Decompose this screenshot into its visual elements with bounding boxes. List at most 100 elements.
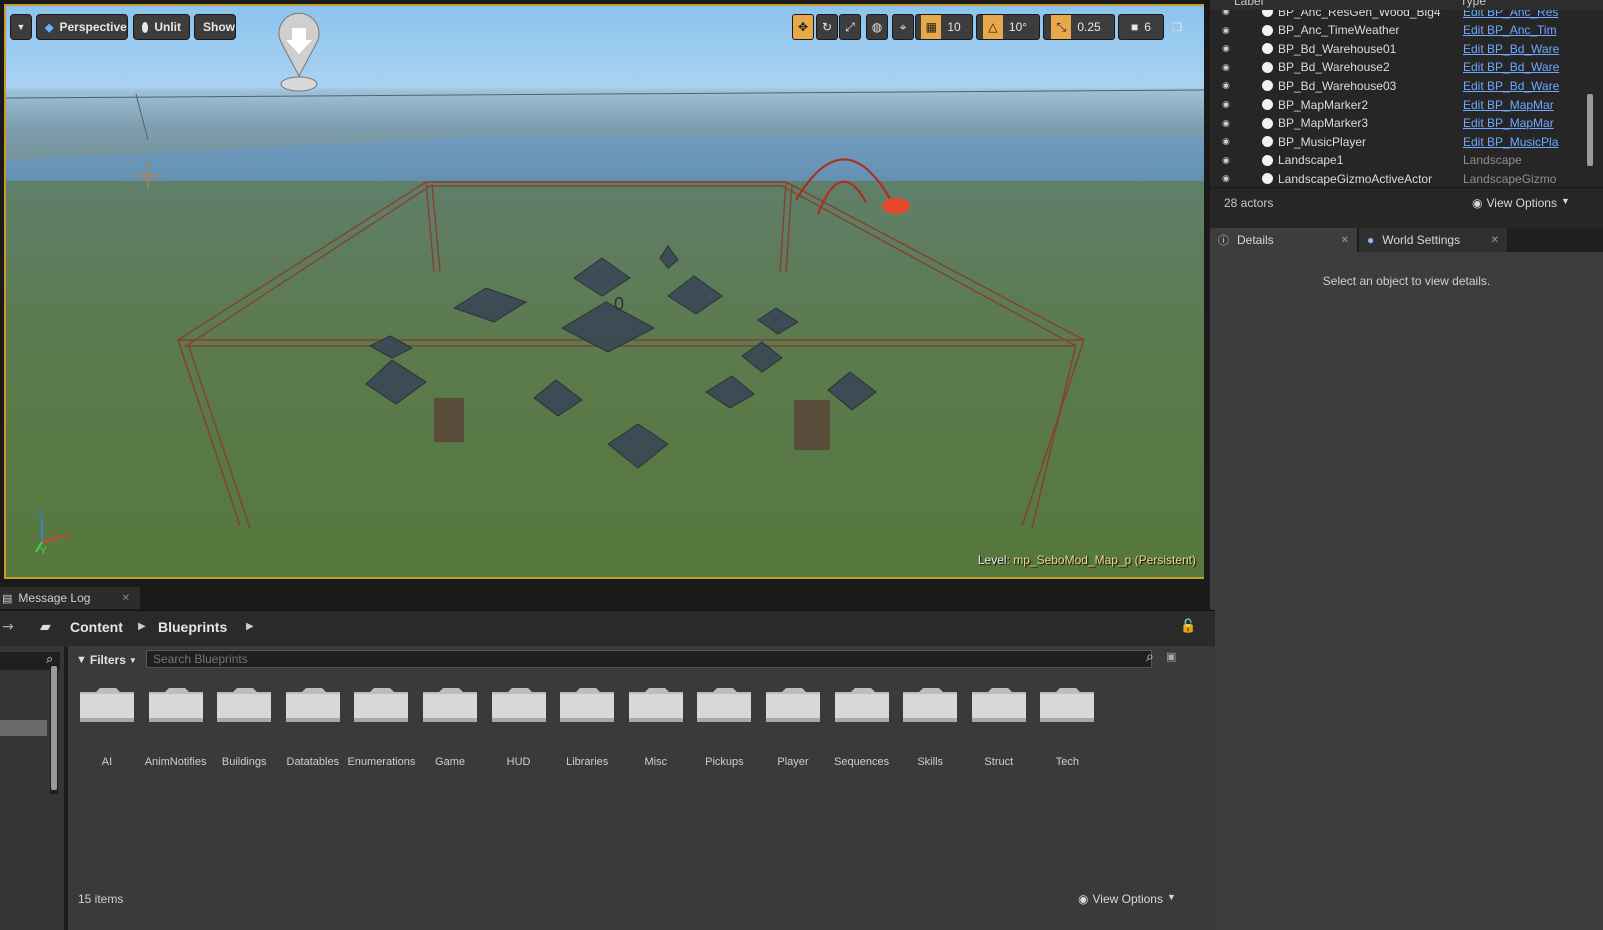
search-blueprints-input[interactable]: [146, 650, 1152, 668]
folder-icon[interactable]: [1038, 684, 1096, 724]
folder-icon[interactable]: [490, 684, 548, 724]
panel-gap: [0, 580, 1205, 587]
surface-snap-button[interactable]: ⌖: [892, 14, 914, 40]
outliner-row[interactable]: ◉ BP_Bd_Warehouse2 Edit BP_Bd_Ware: [1210, 58, 1590, 77]
details-empty-message: Select an object to view details.: [1322, 274, 1491, 288]
sources-scrollbar[interactable]: [51, 666, 57, 790]
scale-snap-button[interactable]: ⤡ 0.25: [1043, 14, 1115, 40]
breadcrumb-separator-icon[interactable]: ▶: [138, 621, 146, 632]
visibility-eye-icon[interactable]: ◉: [1222, 10, 1236, 16]
visibility-eye-icon[interactable]: ◉: [1222, 81, 1236, 90]
outliner-row-label: BP_Anc_ResGen_Wood_Big4: [1278, 10, 1441, 19]
perspective-button[interactable]: ◆ Perspective: [36, 14, 128, 40]
folder-icon[interactable]: [627, 684, 685, 724]
outliner-row-type[interactable]: Edit BP_Anc_Res: [1463, 10, 1573, 19]
outliner-row-type[interactable]: Edit BP_MapMar: [1463, 98, 1573, 112]
filter-icon: ▼: [76, 654, 87, 666]
tab-message-log[interactable]: ▤ Message Log ✕: [0, 587, 140, 609]
folder-icon[interactable]: [78, 684, 136, 724]
visibility-eye-icon[interactable]: ◉: [1222, 100, 1236, 109]
translate-tool-button[interactable]: ✥: [792, 14, 814, 40]
outliner-row-type[interactable]: Edit BP_Bd_Ware: [1463, 60, 1573, 74]
outliner-view-options-button[interactable]: ◉ View Options ▼: [1472, 196, 1570, 210]
outliner-row[interactable]: ◉ BP_Bd_Warehouse03 Edit BP_Bd_Ware: [1210, 76, 1590, 95]
outliner-scrollbar[interactable]: [1587, 94, 1593, 166]
forward-arrow-icon[interactable]: →: [2, 619, 14, 635]
grid-snap-button[interactable]: ▦ 10: [915, 14, 973, 40]
folder-graphic: [834, 688, 889, 722]
svg-text:X: X: [64, 532, 71, 543]
chevron-down-icon: ▼: [1166, 892, 1176, 902]
folder-open-icon[interactable]: ▰: [40, 619, 51, 635]
close-icon[interactable]: ✕: [1491, 235, 1499, 246]
visibility-eye-icon[interactable]: ◉: [1222, 174, 1236, 183]
visibility-eye-icon[interactable]: ◉: [1222, 137, 1236, 146]
save-search-icon[interactable]: ▣: [1166, 650, 1176, 663]
outliner-row[interactable]: ◉ BP_Anc_ResGen_Wood_Big4 Edit BP_Anc_Res: [1210, 10, 1590, 21]
outliner-row[interactable]: ◉ BP_MusicPlayer Edit BP_MusicPla: [1210, 132, 1590, 151]
outliner-row-label: Landscape1: [1278, 153, 1344, 168]
close-icon[interactable]: ✕: [1341, 235, 1349, 246]
tab-world-settings[interactable]: ● World Settings ✕: [1359, 228, 1507, 252]
visibility-eye-icon[interactable]: ◉: [1222, 25, 1236, 35]
outliner-list: ◉ BP_Anc_ResGen_Wood_Big4 Edit BP_Anc_Res ◉…: [1210, 10, 1590, 186]
outliner-row[interactable]: ◉ LandscapeGizmoActiveActor LandscapeGizmo: [1210, 169, 1590, 186]
item-count: 15 items: [78, 892, 124, 906]
visibility-eye-icon[interactable]: ◉: [1222, 62, 1236, 72]
outliner-row-type[interactable]: Edit BP_Anc_Tim: [1463, 23, 1573, 37]
world-outliner: Label Type ◉ BP_Anc_ResGen_Wood_Big4 Edit …: [1210, 0, 1603, 228]
breadcrumb-separator-icon[interactable]: ▶: [246, 621, 254, 632]
asset-view-options-button[interactable]: ◉ View Options ▼: [1078, 892, 1176, 906]
scale-tool-button[interactable]: ⤢: [839, 14, 861, 40]
outliner-row-type[interactable]: Edit BP_Bd_Ware: [1463, 79, 1573, 93]
outliner-row[interactable]: ◉ BP_Anc_TimeWeather Edit BP_Anc_Tim: [1210, 21, 1590, 40]
camera-speed-button[interactable]: ■ 6: [1118, 14, 1164, 40]
folder-icon[interactable]: [695, 684, 753, 724]
breadcrumb-content[interactable]: Content: [70, 619, 123, 635]
show-button[interactable]: Show: [194, 14, 236, 40]
folder-icon[interactable]: [215, 684, 273, 724]
move-icon: ✥: [797, 20, 809, 34]
folder-icon[interactable]: [147, 684, 205, 724]
bounds-box: [175, 181, 1085, 529]
rotation-snap-button[interactable]: △ 10°: [976, 14, 1040, 40]
visibility-eye-icon[interactable]: ◉: [1222, 118, 1236, 128]
rotate-tool-button[interactable]: ↻: [816, 14, 838, 40]
search-icon[interactable]: ⌕: [46, 652, 53, 667]
folder-graphic: [560, 688, 615, 722]
folder-icon[interactable]: [833, 684, 891, 724]
globe-icon: ◍: [871, 20, 883, 34]
world-local-button[interactable]: ◍: [866, 14, 888, 40]
outliner-row[interactable]: ◉ BP_Bd_Warehouse01 Edit BP_Bd_Ware: [1210, 39, 1590, 58]
outliner-row-type[interactable]: Edit BP_Bd_Ware: [1463, 42, 1573, 56]
tab-details[interactable]: ⓘ Details ✕: [1210, 228, 1357, 252]
folder-icon[interactable]: [421, 684, 479, 724]
folder-icon[interactable]: [901, 684, 959, 724]
folder-icon[interactable]: [764, 684, 822, 724]
outliner-row[interactable]: ◉ BP_MapMarker3 Edit BP_MapMar: [1210, 114, 1590, 133]
lock-icon[interactable]: 🔓: [1180, 619, 1196, 634]
search-icon[interactable]: ⌕: [1146, 649, 1154, 665]
angle-icon: △: [982, 15, 1003, 39]
visibility-eye-icon[interactable]: ◉: [1222, 155, 1236, 165]
maximize-viewport-button[interactable]: ❐: [1168, 14, 1186, 40]
outliner-row[interactable]: ◉ Landscape1 Landscape: [1210, 151, 1590, 170]
folder-icon[interactable]: [970, 684, 1028, 724]
close-icon[interactable]: ✕: [122, 593, 130, 604]
folder-icon[interactable]: [284, 684, 342, 724]
chevron-down-icon: ▼: [1560, 196, 1570, 206]
view-mode-button[interactable]: Unlit: [133, 14, 190, 40]
actor-marker: 0: [614, 294, 624, 314]
blueprint-actor-icon: [1262, 99, 1273, 110]
visibility-eye-icon[interactable]: ◉: [1222, 44, 1236, 53]
filters-button[interactable]: ▼ Filters ▼: [76, 650, 137, 670]
level-viewport[interactable]: 0 Z X Y ▼ ◆ Perspective Unlit Show ✥ ↻ ⤢…: [4, 4, 1210, 579]
viewport-options-button[interactable]: ▼: [10, 14, 32, 40]
outliner-row[interactable]: ◉ BP_MapMarker2 Edit BP_MapMar: [1210, 95, 1590, 114]
breadcrumb-blueprints[interactable]: Blueprints: [158, 619, 227, 635]
folder-icon[interactable]: [352, 684, 410, 724]
outliner-row-type[interactable]: Edit BP_MapMar: [1463, 116, 1573, 130]
folder-icon[interactable]: [558, 684, 616, 724]
sources-selected-row[interactable]: [0, 720, 47, 736]
outliner-row-type[interactable]: Edit BP_MusicPla: [1463, 135, 1573, 149]
